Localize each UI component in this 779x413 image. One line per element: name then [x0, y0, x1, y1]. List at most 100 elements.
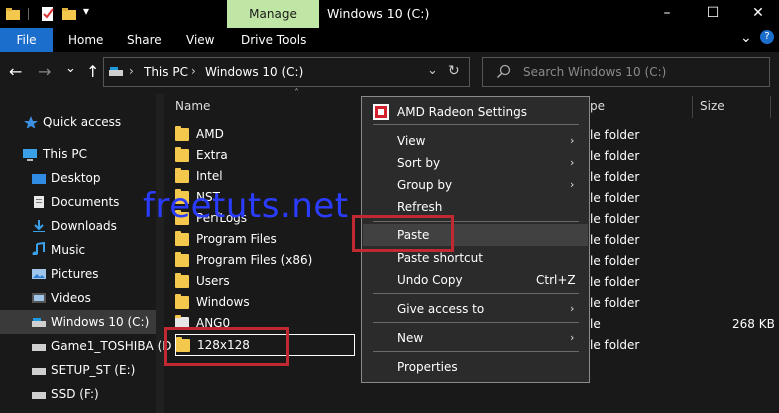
star-icon [24, 116, 38, 128]
videos-icon [32, 293, 46, 303]
tab-home[interactable]: Home [68, 33, 103, 47]
ribbon-tabs [0, 28, 779, 52]
sidebar-item-downloads[interactable]: Downloads [0, 214, 156, 238]
breadcrumb-separator: › [129, 64, 134, 78]
sidebar-item-label: Game1_TOSHIBA (D [51, 339, 172, 353]
submenu-arrow-icon: › [570, 302, 575, 315]
scrollbar[interactable] [156, 94, 164, 413]
sidebar-item-this-pc[interactable]: This PC [0, 142, 156, 166]
sidebar-item-label: Documents [51, 195, 120, 209]
sidebar-item-game1-toshiba[interactable]: Game1_TOSHIBA (D [0, 334, 172, 358]
menu-shortcut: Ctrl+Z [536, 273, 576, 287]
tab-drive-tools[interactable]: Drive Tools [241, 33, 306, 47]
sidebar-item-setup-st[interactable]: SETUP_ST (E:) [0, 358, 156, 382]
column-header-type[interactable]: pe [590, 99, 605, 113]
highlight-box [352, 215, 454, 252]
menu-separator [373, 124, 579, 125]
maximize-button[interactable]: ☐ [701, 2, 725, 24]
file-type: le folder [590, 149, 640, 163]
sidebar-item-documents[interactable]: Documents [0, 190, 156, 214]
menu-item-amd-radeon-settings[interactable]: AMD Radeon Settings [397, 101, 527, 123]
column-divider[interactable] [770, 96, 771, 118]
menu-item-view[interactable]: View [397, 130, 425, 152]
file-type: le folder [590, 233, 640, 247]
sidebar-item-label: Downloads [51, 219, 117, 233]
sidebar-item-videos[interactable]: Videos [0, 286, 156, 310]
close-button[interactable]: ✕ [746, 2, 770, 24]
drive-icon [32, 368, 46, 375]
downloads-icon [33, 220, 45, 232]
sort-ascending-icon: ˄ [294, 88, 299, 99]
pictures-icon [32, 269, 46, 279]
sidebar-item-desktop[interactable]: Desktop [0, 166, 156, 190]
drive-icon [109, 67, 123, 76]
sidebar-item-label: Music [51, 243, 86, 257]
sidebar-item-label: SETUP_ST (E:) [51, 363, 136, 377]
file-type: le [590, 317, 601, 331]
file-type: le folder [590, 170, 640, 184]
folder-icon [175, 126, 189, 141]
drive-icon [32, 392, 46, 399]
folder-icon [175, 252, 189, 267]
tab-file[interactable]: File [0, 28, 53, 52]
file-name: Windows [196, 295, 250, 309]
drive-icon [32, 344, 46, 351]
file-size: 268 KB [732, 317, 775, 331]
submenu-arrow-icon: › [570, 331, 575, 344]
properties-icon[interactable] [40, 6, 56, 22]
up-button[interactable]: ↑ [86, 62, 99, 81]
submenu-arrow-icon: › [570, 134, 575, 147]
computer-icon [23, 149, 37, 161]
breadcrumb-this-pc[interactable]: This PC [144, 65, 188, 79]
folder-icon [175, 168, 189, 183]
breadcrumb-separator: › [191, 64, 196, 78]
sidebar-item-music[interactable]: Music [0, 238, 156, 262]
menu-item-undo-copy[interactable]: Undo Copy [397, 269, 463, 291]
menu-item-sort-by[interactable]: Sort by [397, 152, 440, 174]
search-placeholder: Search Windows 10 (C:) [523, 65, 667, 79]
music-icon [32, 242, 45, 255]
sidebar-item-label: Pictures [51, 267, 99, 281]
tab-manage[interactable]: Manage [227, 0, 319, 28]
desktop-icon [32, 174, 46, 184]
menu-item-new[interactable]: New [397, 327, 423, 349]
recent-locations-button[interactable]: ⌄ [65, 61, 76, 76]
sidebar-item-ssd[interactable]: SSD (F:) [0, 382, 156, 406]
file-type: le folder [590, 275, 640, 289]
sidebar-item-windows-10[interactable]: Windows 10 (C:) [0, 310, 156, 334]
forward-button[interactable]: → [38, 62, 51, 81]
menu-separator [373, 351, 579, 352]
file-name: Extra [196, 148, 228, 162]
help-icon[interactable]: ? [760, 30, 774, 44]
column-header-size[interactable]: Size [700, 99, 725, 113]
file-name: Intel [196, 169, 223, 183]
folder-icon [175, 231, 189, 246]
menu-item-group-by[interactable]: Group by [397, 174, 452, 196]
column-header-name[interactable]: Name [175, 99, 210, 113]
watermark: freetuts.net [143, 186, 349, 226]
file-explorer-icon[interactable] [5, 6, 21, 22]
breadcrumb-windows-10[interactable]: Windows 10 (C:) [205, 65, 303, 79]
file-type: le folder [590, 191, 640, 205]
tab-share[interactable]: Share [127, 33, 162, 47]
minimize-button[interactable]: – [655, 2, 679, 24]
sidebar-item-quick-access[interactable]: Quick access [0, 110, 156, 134]
documents-icon [34, 196, 44, 208]
menu-item-properties[interactable]: Properties [397, 356, 458, 378]
refresh-icon[interactable]: ↻ [448, 63, 460, 79]
file-name: Program Files (x86) [196, 253, 313, 267]
customize-toolbar-icon[interactable]: ▾ [83, 4, 89, 18]
file-type: le folder [590, 212, 640, 226]
menu-separator [373, 293, 579, 294]
file-type: le folder [590, 128, 640, 142]
sidebar-item-pictures[interactable]: Pictures [0, 262, 156, 286]
back-button[interactable]: ← [9, 62, 22, 81]
submenu-arrow-icon: › [570, 178, 575, 191]
column-divider[interactable] [692, 96, 693, 118]
address-dropdown-icon[interactable]: ⌄ [427, 63, 438, 78]
expand-ribbon-icon[interactable]: ⌄ [740, 30, 752, 46]
sidebar-item-label: SSD (F:) [51, 387, 99, 401]
new-folder-icon[interactable] [61, 6, 77, 22]
tab-view[interactable]: View [186, 33, 214, 47]
menu-item-give-access[interactable]: Give access to [397, 298, 484, 320]
